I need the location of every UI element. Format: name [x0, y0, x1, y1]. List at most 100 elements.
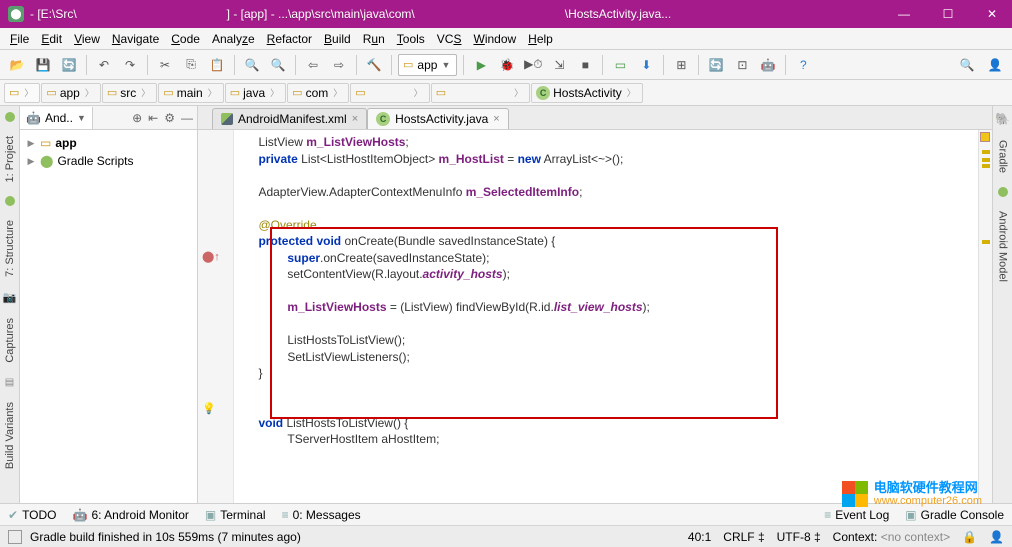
tab-gradle-console[interactable]: ▣Gradle Console [905, 508, 1004, 522]
tab-build-variants[interactable]: Build Variants [3, 398, 17, 473]
tab-messages[interactable]: ≡0: Messages [282, 508, 361, 522]
debug-icon[interactable]: 🐞 [496, 54, 518, 76]
paste-icon[interactable]: 📋 [206, 54, 228, 76]
replace-icon[interactable]: 🔍 [267, 54, 289, 76]
crumb-com[interactable]: ▭com〉 [287, 83, 349, 103]
tab-gradle[interactable]: Gradle [996, 136, 1010, 177]
crumb-pkg2[interactable]: ▭〉 [431, 83, 530, 103]
close-button[interactable]: ✕ [980, 7, 1004, 21]
minimize-button[interactable]: ― [892, 7, 916, 21]
crumb-main[interactable]: ▭main〉 [158, 83, 223, 103]
menu-view[interactable]: View [68, 30, 106, 48]
menu-code[interactable]: Code [165, 30, 206, 48]
user-icon[interactable]: 👤 [984, 54, 1006, 76]
tab-structure[interactable]: 7: Structure [3, 216, 17, 281]
save-icon[interactable]: 💾 [32, 54, 54, 76]
warning-marker[interactable] [982, 164, 990, 168]
menu-navigate[interactable]: Navigate [106, 30, 165, 48]
menu-run[interactable]: Run [357, 30, 391, 48]
gear-icon[interactable]: ⚙ [164, 111, 175, 125]
code-editor[interactable]: ListView m_ListViewHosts; private List<L… [234, 130, 978, 503]
menu-vcs[interactable]: VCS [431, 30, 468, 48]
tab-project[interactable]: 1: Project [3, 132, 17, 186]
search-everywhere-icon[interactable]: 🔍 [956, 54, 978, 76]
undo-icon[interactable]: ↶ [93, 54, 115, 76]
menu-file[interactable]: File [4, 30, 35, 48]
chevron-right-icon[interactable]: ▶ [26, 156, 36, 167]
tab-android-monitor[interactable]: 🤖6: Android Monitor [73, 508, 189, 522]
project-view-selector[interactable]: 🤖 And.. ▼ [20, 107, 93, 129]
back-icon[interactable]: ⇦ [302, 54, 324, 76]
tab-event-log[interactable]: ≡Event Log [824, 508, 889, 522]
sdk-icon[interactable]: ⬇ [635, 54, 657, 76]
android-icon[interactable]: 🤖 [757, 54, 779, 76]
crumb-src[interactable]: ▭src〉 [102, 83, 157, 103]
hide-icon[interactable]: ― [181, 111, 193, 125]
crumb-file[interactable]: CHostsActivity〉 [531, 83, 643, 103]
menu-build[interactable]: Build [318, 30, 357, 48]
tab-androidmanifest[interactable]: AndroidManifest.xml × [212, 108, 367, 129]
menu-help[interactable]: Help [522, 30, 559, 48]
tab-terminal[interactable]: ▣Terminal [205, 508, 266, 522]
help-icon[interactable]: ? [792, 54, 814, 76]
make-icon[interactable]: 🔨 [363, 54, 385, 76]
copy-icon[interactable]: ⎘ [180, 54, 202, 76]
open-icon[interactable]: 📂 [6, 54, 28, 76]
attach-icon[interactable]: ⇲ [548, 54, 570, 76]
tab-todo[interactable]: ✔TODO [8, 508, 57, 522]
tab-captures[interactable]: Captures [3, 314, 17, 367]
editor-gutter[interactable]: ⬤↑ 💡 [198, 130, 234, 503]
status-line-sep[interactable]: CRLF ‡ [723, 530, 764, 544]
toolwindows-toggle-icon[interactable] [8, 530, 22, 544]
tree-node-gradle[interactable]: ▶ ⬤ Gradle Scripts [26, 152, 191, 170]
crumb-root[interactable]: ▭〉 [4, 83, 40, 103]
sync-icon[interactable]: 🔄 [58, 54, 80, 76]
tab-android-model[interactable]: Android Model [996, 207, 1010, 286]
override-gutter-icon[interactable]: ⬤↑ [202, 250, 220, 263]
profile-icon[interactable]: ▶⏱ [522, 54, 544, 76]
maximize-button[interactable]: ☐ [936, 7, 960, 21]
project-tree[interactable]: ▶ ▭ app ▶ ⬤ Gradle Scripts [20, 130, 197, 174]
stop-icon[interactable]: ■ [574, 54, 596, 76]
run-icon[interactable]: ▶ [470, 54, 492, 76]
warning-marker[interactable] [982, 158, 990, 162]
layout-icon[interactable]: ⊡ [731, 54, 753, 76]
menu-window[interactable]: Window [467, 30, 522, 48]
lightbulb-icon[interactable]: 💡 [202, 402, 216, 415]
status-bar: Gradle build finished in 10s 559ms (7 mi… [0, 525, 1012, 547]
redo-icon[interactable]: ↷ [119, 54, 141, 76]
module-icon: ▭ [403, 58, 413, 71]
avd-icon[interactable]: ▭ [609, 54, 631, 76]
collapse-icon[interactable]: ⇤ [148, 111, 158, 125]
forward-icon[interactable]: ⇨ [328, 54, 350, 76]
menu-refactor[interactable]: Refactor [261, 30, 318, 48]
gradle-sync-icon[interactable]: 🔄 [705, 54, 727, 76]
chevron-right-icon[interactable]: ▶ [26, 138, 36, 149]
run-config-selector[interactable]: ▭ app ▼ [398, 54, 457, 76]
close-tab-icon[interactable]: × [352, 113, 358, 125]
status-position[interactable]: 40:1 [688, 530, 711, 544]
structure-icon[interactable]: ⊞ [670, 54, 692, 76]
menu-tools[interactable]: Tools [391, 30, 431, 48]
crumb-app[interactable]: ▭app〉 [41, 83, 100, 103]
status-encoding[interactable]: UTF-8 ‡ [777, 530, 821, 544]
hector-icon[interactable]: 👤 [989, 530, 1004, 544]
close-tab-icon[interactable]: × [493, 113, 499, 125]
tab-hostsactivity[interactable]: C HostsActivity.java × [367, 108, 509, 129]
menu-analyze[interactable]: Analyze [206, 30, 261, 48]
lock-icon[interactable]: 🔒 [962, 530, 977, 544]
find-icon[interactable]: 🔍 [241, 54, 263, 76]
warning-marker[interactable] [982, 240, 990, 244]
scroll-target-icon[interactable]: ⊕ [132, 111, 142, 125]
crumb-pkg1[interactable]: ▭〉 [350, 83, 429, 103]
cut-icon[interactable]: ✂ [154, 54, 176, 76]
marker-bar[interactable] [978, 130, 992, 503]
camera-icon: 📷 [3, 291, 17, 304]
status-context[interactable]: Context: <no context> [833, 530, 950, 544]
tree-node-app[interactable]: ▶ ▭ app [26, 134, 191, 152]
workbench: 1: Project 7: Structure 📷 Captures ▤ Bui… [0, 106, 1012, 503]
warning-marker[interactable] [982, 150, 990, 154]
menu-edit[interactable]: Edit [35, 30, 68, 48]
analysis-status-icon[interactable] [980, 132, 990, 142]
crumb-java[interactable]: ▭java〉 [225, 83, 286, 103]
